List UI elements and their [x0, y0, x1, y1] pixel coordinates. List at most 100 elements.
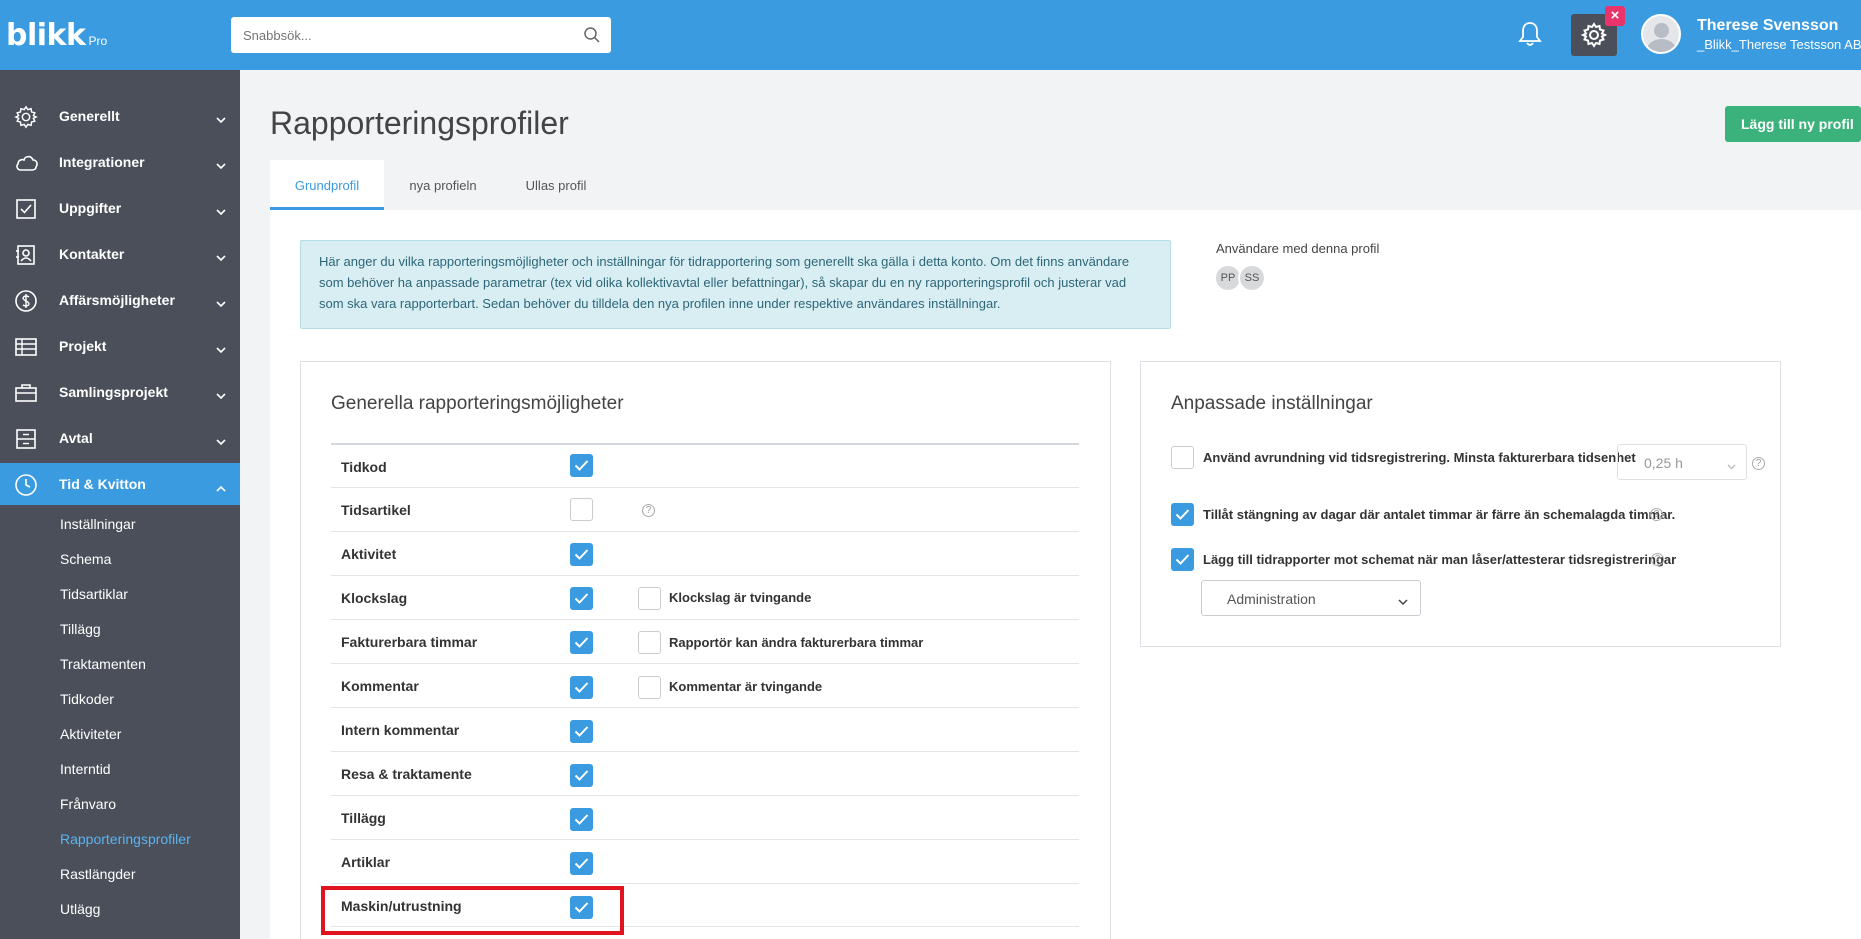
option-label: Tidsartikel — [341, 502, 411, 518]
bell-icon[interactable] — [1515, 19, 1545, 54]
aktivitet-checkbox[interactable] — [570, 543, 593, 566]
tab-ullas-profil[interactable]: Ullas profil — [509, 160, 603, 210]
table-row: Artiklar — [331, 839, 1079, 883]
chevron-up-icon — [216, 479, 226, 495]
logo[interactable]: blikk Pro — [6, 18, 107, 53]
table-row: Resa & traktamente — [331, 751, 1079, 795]
table-row: Aktivitet — [331, 531, 1079, 575]
rounding-select[interactable]: 0,25 h — [1617, 444, 1747, 480]
info-box: Här anger du vilka rapporteringsmöjlighe… — [300, 240, 1171, 329]
sidebar-item-uppgifter[interactable]: Uppgifter — [0, 187, 240, 229]
option-label: Tidkod — [341, 459, 387, 475]
rounding-checkbox[interactable] — [1171, 446, 1194, 469]
sidebar-subitem-traktamenten[interactable]: Traktamenten — [60, 656, 146, 672]
chevron-down-icon — [216, 387, 226, 403]
table-row: Tillägg — [331, 795, 1079, 839]
sidebar-subitem-interntid[interactable]: Interntid — [60, 761, 111, 777]
sidebar-item-label: Tid & Kvitton — [59, 476, 146, 492]
table-icon — [14, 335, 38, 362]
rapportor-andra-timmar-label: Rapportör kan ändra fakturerbara timmar — [669, 635, 924, 650]
page-title: Rapporteringsprofiler — [270, 105, 569, 141]
tidsartikel-checkbox[interactable] — [570, 498, 593, 521]
sidebar-item-generellt[interactable]: Generellt — [0, 95, 240, 137]
sidebar-subitem-tillagg[interactable]: Tillägg — [60, 621, 101, 637]
klockslag-checkbox[interactable] — [570, 587, 593, 610]
tillagg-checkbox[interactable] — [570, 808, 593, 831]
chevron-down-icon — [216, 249, 226, 265]
custom-settings-title: Anpassade inställningar — [1171, 393, 1373, 414]
gear-icon — [14, 105, 38, 132]
sidebar-item-kontakter[interactable]: Kontakter — [0, 233, 240, 275]
option-label: Aktivitet — [341, 546, 397, 562]
chevron-down-icon — [216, 295, 226, 311]
highlight-box — [321, 886, 624, 935]
user-organization[interactable]: _Blikk_Therese Testsson AB — [1697, 37, 1861, 52]
option-label: Kommentar — [341, 678, 419, 694]
add-reports-label: Lägg till tidrapporter mot schemat när m… — [1203, 552, 1677, 567]
sidebar-item-label: Projekt — [59, 338, 107, 354]
sidebar-item-projekt[interactable]: Projekt — [0, 325, 240, 367]
sidebar-item-label: Affärsmöjligheter — [59, 292, 175, 308]
option-label: Klockslag — [341, 590, 408, 606]
search-input[interactable] — [231, 17, 561, 53]
cloud-icon — [14, 151, 40, 178]
sidebar-subitem-aktiviteter[interactable]: Aktiviteter — [60, 726, 121, 742]
artiklar-checkbox[interactable] — [570, 852, 593, 875]
activity-select-value: Administration — [1227, 591, 1316, 607]
sidebar-subitem-tidkoder[interactable]: Tidkoder — [60, 691, 114, 707]
help-icon[interactable]: ? — [1752, 457, 1765, 470]
close-icon[interactable]: × — [1605, 6, 1625, 26]
sidebar-item-label: Kontakter — [59, 246, 125, 262]
close-days-label: Tillåt stängning av dagar där antalet ti… — [1203, 507, 1676, 522]
sidebar-item-label: Samlingsprojekt — [59, 384, 168, 400]
sidebar-subitem-rapporteringsprofiler[interactable]: Rapporteringsprofiler — [60, 831, 191, 847]
kommentar-tvingande-checkbox[interactable] — [638, 676, 661, 699]
add-profile-button[interactable]: Lägg till ny profil — [1725, 106, 1861, 142]
user-chip[interactable]: SS — [1238, 264, 1266, 292]
sidebar-item-samlingsprojekt[interactable]: Samlingsprojekt — [0, 371, 240, 413]
sidebar-subitem-franvaro[interactable]: Frånvaro — [60, 796, 116, 812]
cabinet-icon — [14, 427, 38, 454]
user-name[interactable]: Therese Svensson — [1697, 17, 1838, 35]
resa-traktamente-checkbox[interactable] — [570, 764, 593, 787]
sidebar-subitem-rastlangder[interactable]: Rastlängder — [60, 866, 136, 882]
avatar[interactable] — [1641, 14, 1681, 54]
chevron-down-icon — [216, 341, 226, 357]
klockslag-tvingande-checkbox[interactable] — [638, 587, 661, 610]
add-reports-checkbox[interactable] — [1171, 548, 1194, 571]
sidebar-item-avtal[interactable]: Avtal — [0, 417, 240, 459]
gear-icon — [1581, 22, 1607, 48]
sidebar-subitem-utlagg[interactable]: Utlägg — [60, 901, 100, 917]
contact-card-icon — [14, 243, 38, 270]
chevron-down-icon — [1398, 593, 1408, 609]
sidebar-item-label: Avtal — [59, 430, 93, 446]
sidebar-item-integrationer[interactable]: Integrationer — [0, 141, 240, 183]
tab-nya-profieln[interactable]: nya profieln — [391, 160, 495, 210]
help-icon[interactable]: ? — [642, 504, 655, 517]
tidkod-checkbox[interactable] — [570, 454, 593, 477]
search-icon[interactable] — [583, 26, 601, 49]
sidebar-item-tid-kvitton[interactable]: Tid & Kvitton — [0, 463, 240, 505]
help-icon[interactable]: ? — [1650, 508, 1663, 521]
chevron-down-icon — [216, 157, 226, 173]
sidebar-item-affarsmojligheter[interactable]: Affärsmöjligheter — [0, 279, 240, 321]
sidebar-item-label: Uppgifter — [59, 200, 122, 216]
kommentar-checkbox[interactable] — [570, 676, 593, 699]
sidebar-subitem-schema[interactable]: Schema — [60, 551, 111, 567]
clock-icon — [14, 473, 38, 500]
rounding-value: 0,25 h — [1644, 455, 1683, 471]
tab-grundprofil[interactable]: Grundprofil — [270, 160, 384, 210]
rapportor-andra-timmar-checkbox[interactable] — [638, 631, 661, 654]
help-icon[interactable]: ? — [1651, 553, 1664, 566]
quick-search — [231, 17, 611, 53]
sidebar-subitem-installningar[interactable]: Inställningar — [60, 516, 136, 532]
checkbox-icon — [14, 197, 38, 224]
option-label: Intern kommentar — [341, 722, 460, 738]
intern-kommentar-checkbox[interactable] — [570, 720, 593, 743]
sidebar-item-label: Integrationer — [59, 154, 145, 170]
close-days-checkbox[interactable] — [1171, 503, 1194, 526]
fakturerbara-timmar-checkbox[interactable] — [570, 631, 593, 654]
dollar-icon — [14, 289, 38, 316]
sidebar-subitem-tidsartiklar[interactable]: Tidsartiklar — [60, 586, 128, 602]
activity-select[interactable]: Administration — [1201, 580, 1421, 616]
